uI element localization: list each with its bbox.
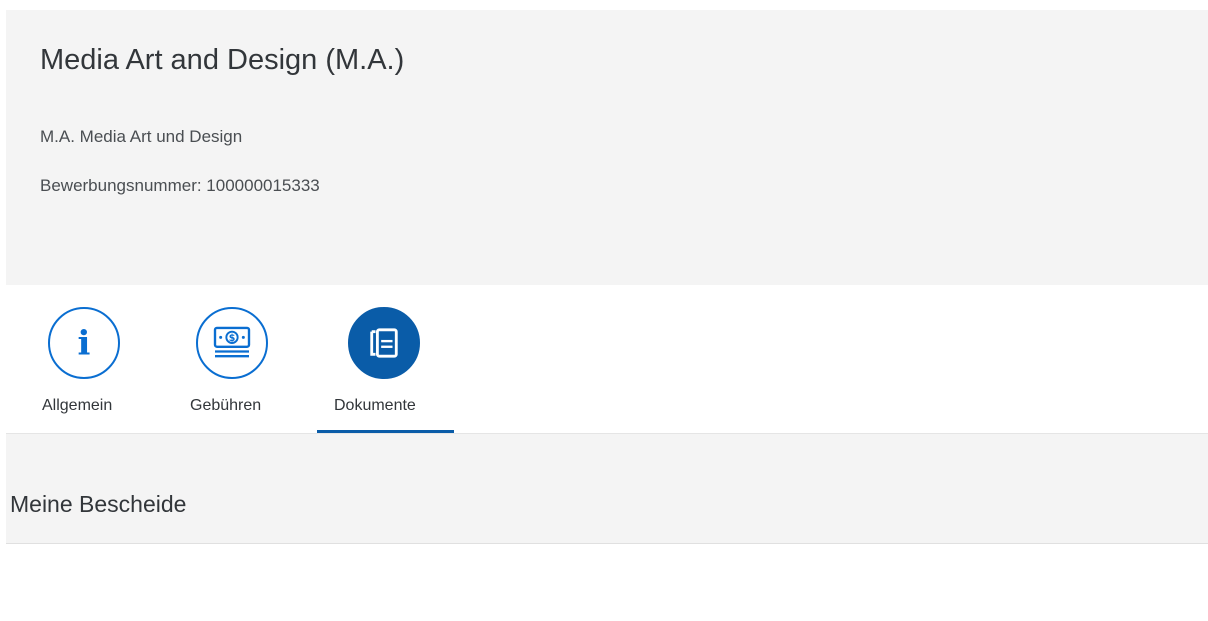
tab-dokumente[interactable]: Dokumente bbox=[317, 285, 454, 433]
info-icon: i bbox=[48, 307, 120, 379]
svg-text:i: i bbox=[78, 323, 91, 363]
tab-label: Gebühren bbox=[190, 397, 262, 414]
page-subtitle: M.A. Media Art und Design bbox=[40, 127, 243, 146]
money-bill-icon: $ bbox=[196, 307, 268, 379]
tab-label: Allgemein bbox=[42, 397, 113, 414]
section-title: Meine Bescheide bbox=[10, 491, 187, 517]
tab-allgemein[interactable]: i Allgemein bbox=[36, 285, 136, 433]
object-page-header: Media Art and Design (M.A.) M.A. Media A… bbox=[6, 10, 1208, 285]
application-number: Bewerbungsnummer: 100000015333 bbox=[40, 176, 320, 195]
icon-tab-bar: i Allgemein $ Gebühren Dokumente bbox=[6, 285, 1208, 434]
section-meine-bescheide: Meine Bescheide bbox=[6, 434, 1208, 544]
tab-label: Dokumente bbox=[334, 397, 416, 414]
active-tab-indicator bbox=[317, 430, 454, 433]
tab-gebuehren[interactable]: $ Gebühren bbox=[184, 285, 284, 433]
svg-text:$: $ bbox=[229, 333, 236, 344]
documents-icon bbox=[348, 307, 420, 379]
page-title: Media Art and Design (M.A.) bbox=[40, 44, 405, 76]
